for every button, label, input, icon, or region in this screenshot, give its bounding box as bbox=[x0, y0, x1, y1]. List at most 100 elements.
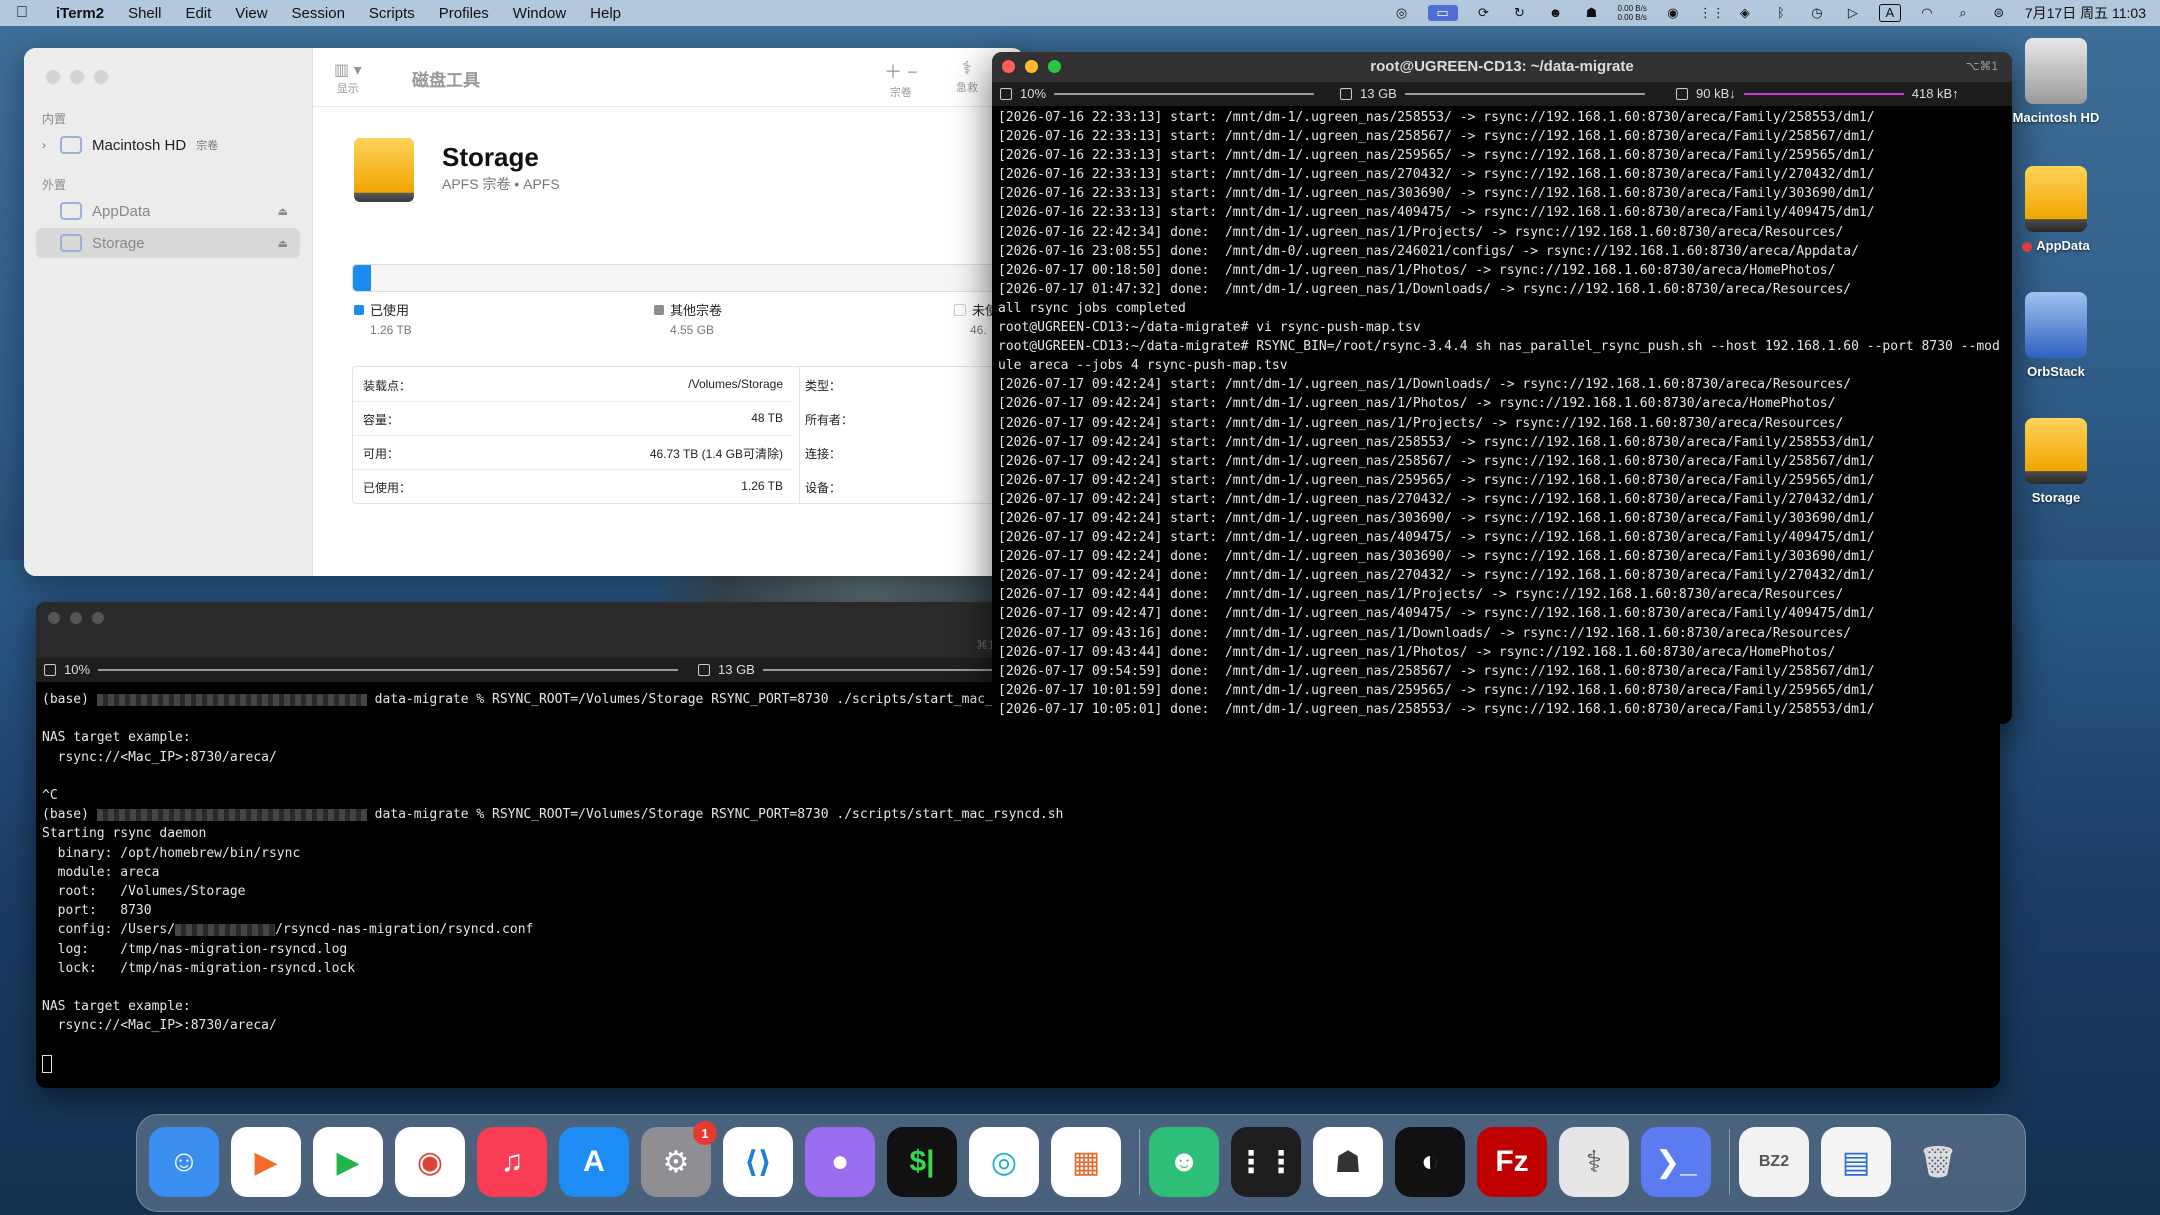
vscode-icon[interactable]: ⟨⟩ bbox=[723, 1127, 793, 1197]
finder-icon[interactable]: ☺ bbox=[149, 1127, 219, 1197]
chat-bubble-icon[interactable]: ❯_ bbox=[1641, 1127, 1711, 1197]
record-icon[interactable]: ◉ bbox=[1663, 5, 1683, 21]
wifi-icon[interactable]: ◠ bbox=[1917, 5, 1937, 21]
cpu-status: 10% bbox=[1000, 86, 1315, 101]
menu-window[interactable]: Window bbox=[501, 5, 578, 22]
wechat-status-icon[interactable]: ☻ bbox=[1546, 5, 1566, 21]
terminal-line: root@UGREEN-CD13:~/data-migrate# RSYNC_B… bbox=[998, 339, 2000, 355]
desktop-icon-storage[interactable]: Storage bbox=[1996, 418, 2116, 505]
network-rate[interactable]: 0.00 B/s 0.00 B/s bbox=[1618, 4, 1647, 22]
desktop-icon-orbstack[interactable]: OrbStack bbox=[1996, 292, 2116, 379]
system-settings-icon[interactable]: ⚙ 1 bbox=[641, 1121, 717, 1197]
filezilla-icon[interactable]: Fz bbox=[1477, 1127, 1547, 1197]
menu-clock[interactable]: 7月17日 周五 11:03 bbox=[2025, 3, 2146, 23]
orb-icon[interactable]: ● bbox=[805, 1127, 875, 1197]
terminal-line: [2026-07-16 22:33:13] start: /mnt/dm-1/.… bbox=[998, 186, 1875, 202]
time-machine-icon[interactable]: ◷ bbox=[1807, 5, 1827, 21]
status-bar: 10% 13 GB 90 kB↓ 418 kB↑ bbox=[992, 82, 2012, 106]
minimize-button[interactable] bbox=[70, 70, 84, 84]
capture-icon[interactable]: ◎ bbox=[969, 1127, 1039, 1197]
terminal-line: config: /Users//rsyncd-nas-migration/rsy… bbox=[42, 922, 534, 938]
iterm-window-ssh[interactable]: root@UGREEN-CD13: ~/data-migrate ⌥⌘1 10%… bbox=[992, 52, 2012, 724]
menu-session[interactable]: Session bbox=[280, 5, 357, 22]
sync-icon[interactable]: ⟳ bbox=[1474, 5, 1494, 21]
screen-mirror-icon[interactable]: ▭ bbox=[1427, 5, 1458, 21]
qq-status-icon[interactable]: ☗ bbox=[1582, 5, 1602, 21]
terminal-output[interactable]: [2026-07-16 22:33:13] start: /mnt/dm-1/.… bbox=[998, 108, 2008, 719]
usage-bar bbox=[352, 264, 1024, 292]
first-aid-button[interactable]: ⚕ 急救 bbox=[956, 58, 978, 95]
terminal-icon[interactable]: $| bbox=[887, 1127, 957, 1197]
add-remove-volume-button[interactable]: ＋ − 宗卷 bbox=[884, 58, 918, 100]
spotlight-search-icon[interactable]: ⌕ bbox=[1953, 5, 1973, 21]
chatgpt-icon[interactable]: ◐ bbox=[1395, 1127, 1465, 1197]
info-row-mount-point: 装载点：/Volumes/Storage bbox=[353, 367, 793, 402]
terminal-line: Starting rsync daemon bbox=[42, 826, 207, 842]
hard-drive-icon bbox=[2025, 38, 2087, 104]
memory-icon bbox=[698, 663, 710, 676]
terminal-line: [2026-07-16 22:33:13] start: /mnt/dm-1/.… bbox=[998, 167, 1875, 183]
info-row-available: 可用： 46.73 TB (1.4 GB可清除) bbox=[353, 435, 793, 470]
apple-menu-icon[interactable]:  bbox=[0, 4, 44, 22]
play-icon[interactable]: ▶ bbox=[313, 1127, 383, 1197]
dock: ☺ ▶ ▶ ◉ ♫ A ⚙ 1 ⟨⟩ ● $| ◎ ▦ ☻ ⋮⋮ ☗ ◐ Fz ⚕ ❯_ BZ2 ▤ 🗑 bbox=[136, 1114, 2026, 1212]
layers-icon[interactable]: ◈ bbox=[1735, 5, 1755, 21]
app-store-icon[interactable]: A bbox=[559, 1127, 629, 1197]
sidebar-toggle-button[interactable]: ▥ ▾ 显示 bbox=[334, 60, 362, 96]
openai-status-icon[interactable]: ◎ bbox=[1392, 5, 1412, 21]
trash-icon[interactable]: 🗑 bbox=[1903, 1127, 1973, 1197]
infuse-icon[interactable]: ▶ bbox=[231, 1127, 301, 1197]
input-method-icon[interactable]: A bbox=[1878, 4, 1901, 22]
legend-label: 其他宗卷 bbox=[670, 303, 723, 318]
minimize-button[interactable] bbox=[70, 612, 82, 624]
disk-utility-icon[interactable]: ⚕ bbox=[1559, 1127, 1629, 1197]
close-button[interactable] bbox=[46, 70, 60, 84]
refresh-icon[interactable]: ↻ bbox=[1510, 5, 1530, 21]
title-bar: root@UGREEN-CD13: ~/data-migrate ⌥⌘1 bbox=[992, 52, 2012, 82]
menu-view[interactable]: View bbox=[223, 5, 279, 22]
cpu-icon bbox=[44, 663, 56, 676]
zoom-button[interactable] bbox=[94, 70, 108, 84]
terminal-line: [2026-07-17 09:42:44] done: /mnt/dm-1/.u… bbox=[998, 587, 1844, 603]
launchpad-icon[interactable]: ▦ bbox=[1051, 1127, 1121, 1197]
terminal-line: module: areca bbox=[42, 864, 160, 880]
sidebar-item-macintosh-hd[interactable]: › Macintosh HD 宗卷 bbox=[36, 130, 300, 160]
terminal-output[interactable]: (base) data-migrate % RSYNC_ROOT=/Volume… bbox=[42, 690, 1994, 1074]
sidebar-item-appdata[interactable]: AppData ⏏ bbox=[36, 196, 300, 226]
bluetooth-icon[interactable]: ᛒ bbox=[1771, 5, 1791, 21]
archive-icon[interactable]: BZ2 bbox=[1739, 1127, 1809, 1197]
plus-minus-icon: ＋ − bbox=[884, 62, 918, 82]
app-menu[interactable]: iTerm2 bbox=[44, 5, 116, 22]
cat-icon[interactable]: ☗ bbox=[1313, 1127, 1383, 1197]
eject-icon[interactable]: ⏏ bbox=[278, 237, 288, 250]
grid-status-icon[interactable]: ⋮⋮ bbox=[1699, 5, 1725, 21]
close-button[interactable] bbox=[48, 612, 60, 624]
sidebar-item-label: Macintosh HD bbox=[92, 136, 187, 154]
now-playing-icon[interactable]: ▷ bbox=[1843, 5, 1863, 21]
desktop-icon-appdata[interactable]: AppData bbox=[1996, 166, 2116, 253]
menu-help[interactable]: Help bbox=[578, 5, 633, 22]
cpu-status: 10% bbox=[44, 662, 679, 677]
desktop-icon-macintosh-hd[interactable]: Macintosh HD bbox=[1996, 38, 2116, 125]
sidebar-external-header: 外置 bbox=[42, 178, 67, 192]
chrome-icon[interactable]: ◉ bbox=[395, 1127, 465, 1197]
external-drive-icon bbox=[354, 138, 414, 202]
terminal-line: log: /tmp/nas-migration-rsyncd.log bbox=[42, 941, 348, 957]
zoom-button[interactable] bbox=[92, 612, 104, 624]
music-icon[interactable]: ♫ bbox=[477, 1127, 547, 1197]
menu-scripts[interactable]: Scripts bbox=[357, 5, 427, 22]
disk-utility-toolbar: ▥ ▾ 显示 磁盘工具 ＋ − 宗卷 ⚕ 急救 bbox=[312, 48, 1024, 107]
menu-profiles[interactable]: Profiles bbox=[427, 5, 501, 22]
sidebar-item-label: Storage bbox=[92, 234, 145, 252]
grid-icon[interactable]: ⋮⋮ bbox=[1231, 1127, 1301, 1197]
eject-icon[interactable]: ⏏ bbox=[278, 205, 288, 218]
sidebar-item-storage[interactable]: Storage ⏏ bbox=[36, 228, 300, 258]
info-divider bbox=[799, 367, 800, 503]
wechat-icon[interactable]: ☻ bbox=[1149, 1127, 1219, 1197]
chevron-right-icon[interactable]: › bbox=[42, 138, 46, 152]
control-center-icon[interactable]: ⊜ bbox=[1989, 5, 2009, 21]
calculator-doc-icon[interactable]: ▤ bbox=[1821, 1127, 1891, 1197]
menu-shell[interactable]: Shell bbox=[116, 5, 173, 22]
menu-edit[interactable]: Edit bbox=[173, 5, 223, 22]
terminal-line: rsync://<Mac_IP>:8730/areca/ bbox=[42, 1018, 277, 1034]
